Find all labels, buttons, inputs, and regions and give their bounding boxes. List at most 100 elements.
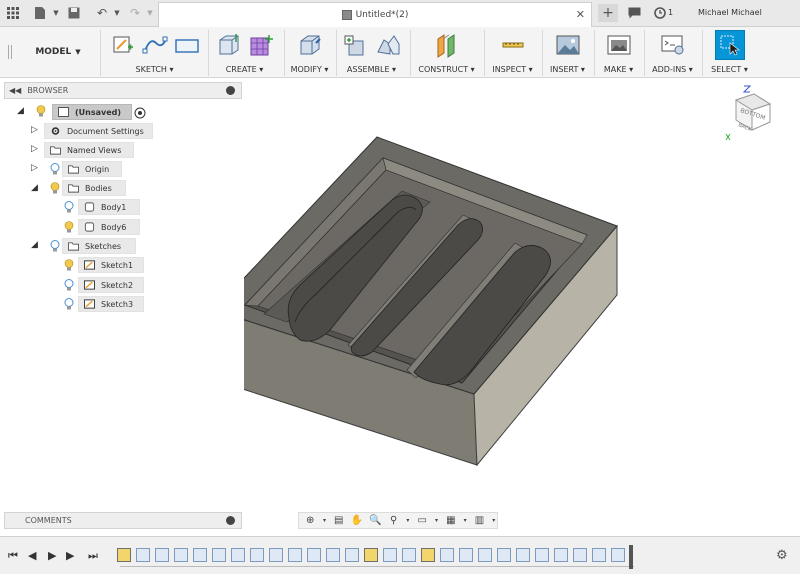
pin-icon[interactable]: [226, 86, 235, 95]
undo-dropdown-icon[interactable]: ▼: [109, 5, 125, 21]
timeline-extrude-feature[interactable]: [174, 548, 188, 562]
timeline-fillet-feature[interactable]: [231, 548, 245, 562]
offset-plane-icon[interactable]: [434, 32, 460, 58]
timeline-sketch-feature[interactable]: [117, 548, 131, 562]
light-bulb-icon[interactable]: [64, 221, 74, 233]
collapse-icon[interactable]: ◢: [31, 240, 41, 250]
create-sketch-icon[interactable]: [110, 32, 136, 58]
user-name[interactable]: Michael Michael: [698, 8, 762, 17]
view-cube[interactable]: BOTTOM BACK: [720, 82, 784, 146]
insert-image-icon[interactable]: [555, 32, 581, 58]
timeline-move-feature[interactable]: [478, 548, 492, 562]
light-bulb-icon[interactable]: [50, 163, 60, 175]
light-bulb-icon[interactable]: [64, 201, 74, 213]
close-tab-icon[interactable]: ✕: [576, 8, 585, 21]
pan-hand-icon[interactable]: ✋: [350, 514, 364, 527]
light-bulb-icon[interactable]: [50, 182, 60, 194]
undo-icon[interactable]: ↶: [94, 5, 110, 21]
timeline-fillet-feature[interactable]: [345, 548, 359, 562]
tree-item-sketch1[interactable]: Sketch1: [78, 257, 144, 273]
rectangle-icon[interactable]: [174, 32, 200, 58]
root-component[interactable]: (Unsaved): [52, 104, 132, 120]
app-grid-icon[interactable]: [5, 5, 21, 21]
timeline-extrude-feature[interactable]: [440, 548, 454, 562]
timeline-extrude-feature[interactable]: [592, 548, 606, 562]
timeline-fillet-feature[interactable]: [250, 548, 264, 562]
scripts-addins-icon[interactable]: [660, 32, 686, 58]
timeline-extrude-feature[interactable]: [611, 548, 625, 562]
zoom-window-icon[interactable]: ⚲: [386, 514, 400, 527]
comments-pin-icon[interactable]: [226, 516, 235, 525]
redo-icon[interactable]: ↷: [127, 5, 143, 21]
measure-icon[interactable]: [500, 32, 526, 58]
timeline-sketch-feature[interactable]: [364, 548, 378, 562]
select-arrow-icon[interactable]: [714, 30, 745, 60]
viewports-dropdown-icon[interactable]: ▾: [491, 514, 497, 527]
expand-icon[interactable]: ◢: [17, 106, 27, 116]
form-icon[interactable]: [248, 32, 274, 58]
timeline-extrude-feature[interactable]: [402, 548, 416, 562]
document-tab[interactable]: Untitled*(2) ✕: [158, 2, 592, 27]
step-back-icon[interactable]: ◀: [28, 549, 36, 562]
activate-radio-icon[interactable]: [134, 107, 146, 119]
line-icon[interactable]: [142, 32, 168, 58]
timeline-extrude-feature[interactable]: [383, 548, 397, 562]
timeline-combine-feature[interactable]: [535, 548, 549, 562]
orbit-icon[interactable]: ⊕: [303, 514, 317, 527]
model-viewport[interactable]: [244, 78, 800, 508]
redo-dropdown-icon[interactable]: ▼: [142, 5, 158, 21]
timeline-fillet-feature[interactable]: [326, 548, 340, 562]
timeline-extrude-feature[interactable]: [136, 548, 150, 562]
press-pull-icon[interactable]: [297, 32, 323, 58]
collapse-icon[interactable]: ◢: [31, 183, 41, 193]
joint-icon[interactable]: [375, 32, 401, 58]
go-to-end-icon[interactable]: ⏭: [88, 549, 98, 563]
toolbar-grip[interactable]: [8, 45, 12, 59]
tree-item-sketches[interactable]: Sketches: [62, 238, 136, 254]
tree-item-origin[interactable]: Origin: [62, 161, 122, 177]
step-forward-icon[interactable]: ▶: [66, 549, 74, 562]
timeline-fillet-feature[interactable]: [288, 548, 302, 562]
zoom-icon[interactable]: 🔍: [368, 514, 382, 527]
play-icon[interactable]: ▶: [48, 549, 56, 562]
timeline-fillet-feature[interactable]: [269, 548, 283, 562]
timeline-extrude-feature[interactable]: [573, 548, 587, 562]
zoom-dropdown-icon[interactable]: ▾: [405, 514, 411, 527]
timeline-fillet-feature[interactable]: [193, 548, 207, 562]
timeline-fillet-feature[interactable]: [307, 548, 321, 562]
timeline-extrude-feature[interactable]: [459, 548, 473, 562]
3d-print-icon[interactable]: [606, 32, 632, 58]
tree-item-body1[interactable]: Body1: [78, 199, 140, 215]
expand-icon[interactable]: ▷: [31, 163, 41, 173]
timeline-sketch-feature[interactable]: [421, 548, 435, 562]
timeline-fillet-feature[interactable]: [212, 548, 226, 562]
timeline-extrude-feature[interactable]: [155, 548, 169, 562]
tree-item-named-views[interactable]: Named Views: [44, 142, 134, 158]
file-icon[interactable]: [32, 5, 48, 21]
tree-item-document-settings[interactable]: Document Settings: [44, 123, 153, 139]
tree-item-body6[interactable]: Body6: [78, 219, 140, 235]
expand-icon[interactable]: ▷: [31, 144, 41, 154]
look-at-icon[interactable]: ▤: [332, 514, 346, 527]
display-settings-icon[interactable]: ▭: [415, 514, 429, 527]
light-bulb-icon[interactable]: [64, 259, 74, 271]
new-tab-icon[interactable]: +: [598, 4, 618, 22]
light-bulb-icon[interactable]: [64, 298, 74, 310]
grid-settings-icon[interactable]: ▦: [444, 514, 458, 527]
browser-header[interactable]: ◀◀ BROWSER: [4, 82, 242, 99]
tree-item-sketch3[interactable]: Sketch3: [78, 296, 144, 312]
timeline-combine-feature[interactable]: [516, 548, 530, 562]
file-dropdown-icon[interactable]: ▼: [48, 5, 64, 21]
expand-icon[interactable]: ▷: [31, 125, 41, 135]
timeline-combine-feature[interactable]: [497, 548, 511, 562]
go-to-start-icon[interactable]: ⏮: [8, 549, 18, 563]
collapse-browser-icon[interactable]: ◀◀: [9, 86, 21, 95]
viewports-icon[interactable]: ▥: [472, 514, 486, 527]
timeline-extrude-feature[interactable]: [554, 548, 568, 562]
new-component-icon[interactable]: [343, 32, 369, 58]
display-dropdown-icon[interactable]: ▾: [433, 514, 439, 527]
orbit-dropdown-icon[interactable]: ▾: [321, 514, 327, 527]
timeline-settings-gear-icon[interactable]: ⚙: [776, 548, 788, 563]
light-bulb-icon[interactable]: [36, 105, 46, 117]
grid-dropdown-icon[interactable]: ▾: [462, 514, 468, 527]
